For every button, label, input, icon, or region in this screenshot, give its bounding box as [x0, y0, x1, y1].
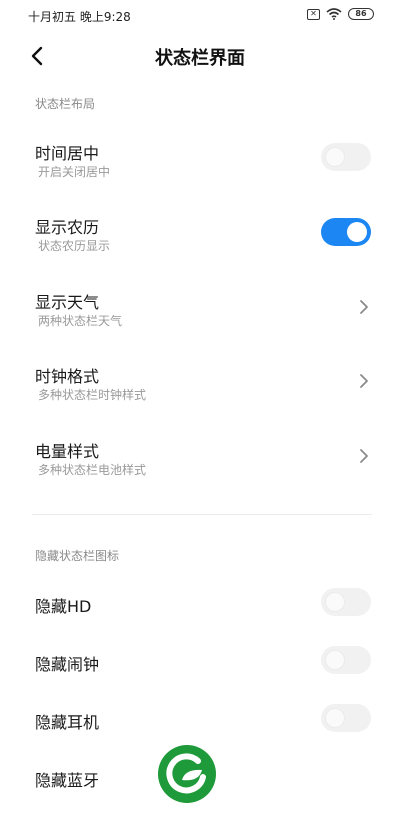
- chevron-right-icon: [360, 449, 368, 463]
- setting-title: 隐藏耳机: [35, 713, 100, 732]
- setting-battery-style[interactable]: 电量样式 多种状态栏电池样式: [0, 436, 400, 486]
- setting-subtitle: 开启关闭居中: [38, 165, 111, 179]
- status-bar: 十月初五 晚上9:28 ✕ 86: [0, 0, 400, 30]
- setting-title: 时钟格式: [35, 367, 100, 386]
- watermark-logo-icon: [158, 745, 216, 803]
- toggle-knob: [325, 147, 345, 167]
- chevron-right-icon: [360, 300, 368, 314]
- setting-title: 隐藏蓝牙: [35, 771, 100, 790]
- section-label-layout: 状态栏布局: [35, 97, 96, 111]
- toggle-knob: [325, 650, 345, 670]
- toggle-knob: [325, 592, 345, 612]
- hide-alarm-toggle[interactable]: [321, 646, 371, 674]
- setting-title: 电量样式: [35, 442, 100, 461]
- setting-subtitle: 多种状态栏时钟样式: [38, 388, 147, 402]
- setting-title: 显示农历: [35, 218, 100, 237]
- setting-subtitle: 状态农历显示: [38, 239, 111, 253]
- wifi-icon: [326, 8, 342, 20]
- hide-hd-toggle[interactable]: [321, 588, 371, 616]
- setting-show-weather[interactable]: 显示天气 两种状态栏天气: [0, 287, 400, 337]
- setting-subtitle: 两种状态栏天气: [38, 314, 123, 328]
- setting-title: 隐藏闹钟: [35, 655, 100, 674]
- lunar-calendar-toggle[interactable]: [321, 218, 371, 246]
- status-icons: ✕ 86: [307, 8, 374, 20]
- setting-title: 显示天气: [35, 293, 100, 312]
- time-center-toggle[interactable]: [321, 143, 371, 171]
- header: 状态栏界面: [0, 36, 400, 76]
- setting-hide-headphones[interactable]: 隐藏耳机: [0, 704, 400, 736]
- setting-time-center[interactable]: 时间居中 开启关闭居中: [0, 138, 400, 188]
- setting-title: 隐藏HD: [35, 597, 92, 616]
- setting-subtitle: 多种状态栏电池样式: [38, 463, 147, 477]
- page-title: 状态栏界面: [155, 48, 245, 69]
- setting-hide-hd[interactable]: 隐藏HD: [0, 588, 400, 620]
- section-label-hide-icons: 隐藏状态栏图标: [35, 549, 120, 563]
- section-divider: [32, 514, 372, 515]
- toggle-knob: [325, 708, 345, 728]
- setting-lunar-calendar[interactable]: 显示农历 状态农历显示: [0, 212, 400, 262]
- chevron-right-icon: [360, 374, 368, 388]
- hide-headphones-toggle[interactable]: [321, 704, 371, 732]
- status-time: 十月初五 晚上9:28: [28, 10, 131, 24]
- setting-hide-alarm[interactable]: 隐藏闹钟: [0, 646, 400, 678]
- sim-x-icon: ✕: [307, 8, 320, 20]
- setting-title: 时间居中: [35, 144, 100, 163]
- toggle-knob: [347, 222, 367, 242]
- battery-icon: 86: [348, 8, 374, 20]
- setting-clock-format[interactable]: 时钟格式 多种状态栏时钟样式: [0, 361, 400, 411]
